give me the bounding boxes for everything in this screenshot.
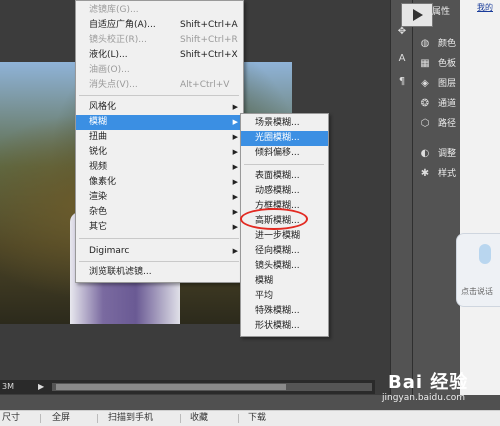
panel-item-adjustments[interactable]: ◐ 调整: [415, 144, 459, 164]
menu-item-sharpen[interactable]: 锐化 ▶: [76, 145, 243, 160]
submenu-arrow-icon: ▶: [232, 163, 238, 171]
horizontal-scrollbar[interactable]: [52, 383, 372, 391]
submenu-arrow-icon: ▶: [232, 133, 238, 141]
size-button[interactable]: 尺寸: [2, 411, 20, 426]
menu-item-oil-paint[interactable]: 油画(O)...: [76, 63, 243, 78]
submenu-item-lens-blur[interactable]: 镜头模糊...: [241, 259, 328, 274]
divider: [40, 414, 41, 423]
divider: [180, 414, 181, 423]
panel-item-swatches[interactable]: ▦ 色板: [415, 54, 459, 74]
play-icon: [413, 9, 423, 21]
web-page-margin: [460, 0, 500, 395]
voice-input-widget[interactable]: 点击说话: [456, 233, 500, 307]
divider: [97, 414, 98, 423]
panel-item-color[interactable]: ◍ 颜色: [415, 34, 459, 54]
submenu-arrow-icon: ▶: [232, 103, 238, 111]
my-link[interactable]: 我的: [477, 2, 493, 13]
adjustments-icon: ◐: [420, 148, 430, 159]
menu-item-browse-online-filters[interactable]: 浏览联机滤镜...: [76, 265, 243, 280]
submenu-item-motion-blur[interactable]: 动感模糊...: [241, 184, 328, 199]
scrollbar-thumb[interactable]: [56, 384, 286, 390]
status-arrow-icon[interactable]: ▶: [38, 380, 44, 394]
submenu-item-blur[interactable]: 模糊: [241, 274, 328, 289]
divider: [238, 414, 239, 423]
panel-item-paths[interactable]: ⬡ 路径: [415, 114, 459, 134]
channels-icon: ❂: [420, 98, 430, 109]
styles-icon: ✱: [420, 168, 430, 179]
scan-to-phone-button[interactable]: 扫描到手机: [108, 411, 153, 426]
menu-item-other[interactable]: 其它 ▶: [76, 220, 243, 235]
menu-item-blur[interactable]: 模糊 ▶: [76, 115, 243, 130]
menu-separator: [79, 238, 239, 239]
menu-item-render[interactable]: 渲染 ▶: [76, 190, 243, 205]
submenu-item-iris-blur[interactable]: 光圈模糊...: [241, 131, 328, 146]
submenu-arrow-icon: ▶: [232, 193, 238, 201]
filter-menu: 滤镜库(G)... 自适应广角(A)... Shift+Ctrl+A 镜头校正(…: [75, 0, 244, 283]
submenu-arrow-icon: ▶: [232, 247, 238, 255]
menu-item-noise[interactable]: 杂色 ▶: [76, 205, 243, 220]
submenu-item-radial-blur[interactable]: 径向模糊...: [241, 244, 328, 259]
submenu-arrow-icon: ▶: [232, 223, 238, 231]
menu-item-distort[interactable]: 扭曲 ▶: [76, 130, 243, 145]
submenu-item-field-blur[interactable]: 场景模糊...: [241, 116, 328, 131]
submenu-arrow-icon: ▶: [232, 118, 238, 126]
play-action-button[interactable]: [401, 3, 433, 27]
baidu-jingyan-watermark: Bai 经验 jingyan.baidu.com: [382, 372, 469, 403]
paths-icon: ⬡: [420, 118, 430, 129]
doc-size-readout: 3M: [2, 382, 14, 391]
submenu-item-surface-blur[interactable]: 表面模糊...: [241, 169, 328, 184]
submenu-arrow-icon: ▶: [232, 208, 238, 216]
menu-separator: [79, 95, 239, 96]
menu-item-vanishing-point[interactable]: 消失点(V)... Alt+Ctrl+V: [76, 78, 243, 93]
download-button[interactable]: 下载: [248, 411, 266, 426]
paragraph-icon[interactable]: ¶: [395, 75, 409, 89]
submenu-item-average[interactable]: 平均: [241, 289, 328, 304]
properties-panel-tab[interactable]: 属性: [432, 3, 460, 21]
submenu-item-tilt-shift[interactable]: 倾斜偏移...: [241, 146, 328, 161]
menu-item-liquify[interactable]: 液化(L)... Shift+Ctrl+X: [76, 48, 243, 63]
favorite-button[interactable]: 收藏: [190, 411, 208, 426]
panel-item-channels[interactable]: ❂ 通道: [415, 94, 459, 114]
swatches-icon: ▦: [420, 58, 430, 69]
panel-item-styles[interactable]: ✱ 样式: [415, 164, 459, 184]
menu-item-digimarc[interactable]: Digimarc ▶: [76, 244, 243, 259]
menu-item-stylize[interactable]: 风格化 ▶: [76, 100, 243, 115]
menu-separator: [244, 164, 324, 165]
layers-icon: ◈: [421, 78, 429, 89]
fullscreen-button[interactable]: 全屏: [52, 411, 70, 426]
microphone-icon: [479, 244, 491, 264]
tool-panel-strip: ✥ A ¶: [390, 0, 413, 395]
voice-label: 点击说话: [461, 287, 493, 296]
menu-item-lens-correction[interactable]: 镜头校正(R)... Shift+Ctrl+R: [76, 33, 243, 48]
submenu-item-shape-blur[interactable]: 形状模糊...: [241, 319, 328, 334]
submenu-item-blur-more[interactable]: 进一步模糊: [241, 229, 328, 244]
menu-separator: [79, 261, 239, 262]
submenu-arrow-icon: ▶: [232, 148, 238, 156]
move-tool-icon[interactable]: ✥: [395, 25, 409, 39]
annotation-circle: [240, 208, 308, 230]
submenu-arrow-icon: ▶: [232, 178, 238, 186]
character-icon[interactable]: A: [395, 52, 409, 66]
menu-item-adaptive-wide-angle[interactable]: 自适应广角(A)... Shift+Ctrl+A: [76, 18, 243, 33]
submenu-item-smart-blur[interactable]: 特殊模糊...: [241, 304, 328, 319]
panel-item-layers[interactable]: ◈ 图层: [415, 74, 459, 94]
menu-item-video[interactable]: 视频 ▶: [76, 160, 243, 175]
menu-item-pixelate[interactable]: 像素化 ▶: [76, 175, 243, 190]
color-wheel-icon: ◍: [420, 38, 430, 49]
menu-item-filter-gallery[interactable]: 滤镜库(G)...: [76, 3, 243, 18]
bottom-toolbar: 尺寸 全屏 扫描到手机 收藏 下载: [0, 410, 500, 426]
